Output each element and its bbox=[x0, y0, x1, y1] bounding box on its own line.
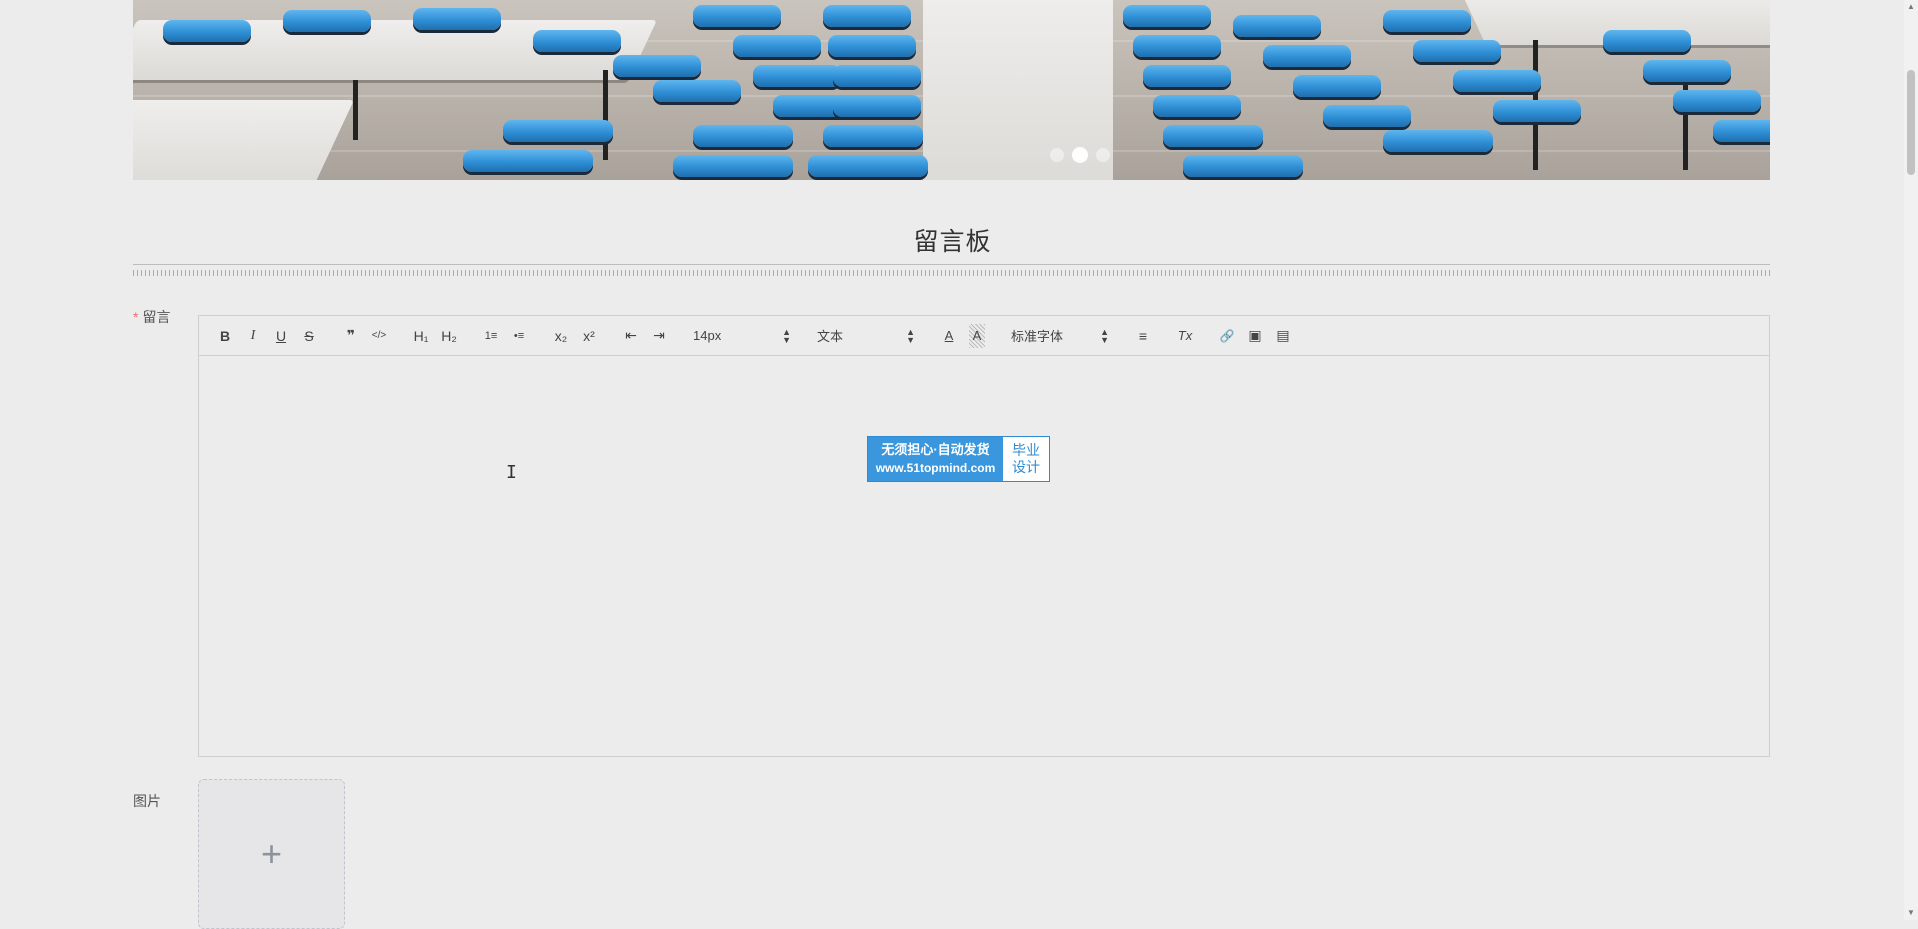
header-2-button[interactable]: H₂ bbox=[435, 324, 463, 348]
scroll-up-icon[interactable]: ▲ bbox=[1904, 0, 1918, 14]
select-arrows-icon: ▲ ▼ bbox=[782, 326, 791, 345]
blockquote-button[interactable]: ❞ bbox=[337, 324, 365, 348]
watermark-line1: 无须担心·自动发货 bbox=[881, 442, 990, 457]
watermark-badge-text: 毕业 设计 bbox=[1003, 437, 1049, 481]
italic-button[interactable]: I bbox=[239, 324, 267, 348]
strike-button[interactable]: S bbox=[295, 324, 323, 348]
underline-button[interactable]: U bbox=[267, 324, 295, 348]
watermark-line2: www.51topmind.com bbox=[875, 461, 996, 475]
font-family-select[interactable]: 标准字体 ▲ ▼ bbox=[1005, 324, 1115, 348]
plus-icon: + bbox=[260, 833, 283, 874]
header-1-button[interactable]: H₁ bbox=[407, 324, 435, 348]
scroll-down-icon[interactable]: ▼ bbox=[1904, 906, 1918, 920]
carousel-dot-3[interactable] bbox=[1096, 148, 1110, 162]
image-label: 图片 bbox=[133, 793, 161, 809]
carousel-dot-1[interactable] bbox=[1050, 148, 1064, 162]
font-color-button[interactable]: A bbox=[935, 324, 963, 348]
code-block-button[interactable]: </> bbox=[365, 324, 393, 348]
page-title: 留言板 bbox=[913, 228, 992, 256]
font-size-select[interactable]: 14px ▲ ▼ bbox=[687, 324, 797, 348]
editor-content-area[interactable] bbox=[199, 357, 1769, 756]
watermark-badge-line1: 毕业 bbox=[1012, 442, 1040, 458]
page-scrollbar[interactable]: ▲ ▼ bbox=[1904, 0, 1918, 920]
clean-format-button[interactable]: Tx bbox=[1171, 324, 1199, 348]
bold-button[interactable]: B bbox=[211, 324, 239, 348]
indent-button[interactable]: ⇥ bbox=[645, 324, 673, 348]
outdent-button[interactable]: ⇤ bbox=[617, 324, 645, 348]
carousel-indicators bbox=[1050, 147, 1110, 163]
image-button[interactable]: ▣ bbox=[1241, 324, 1269, 348]
font-size-value: 14px bbox=[693, 328, 722, 343]
watermark-badge: 无须担心·自动发货 www.51topmind.com 毕业 设计 bbox=[867, 436, 1050, 482]
link-button[interactable]: 🔗 bbox=[1213, 324, 1241, 348]
align-button[interactable]: ≡ bbox=[1129, 324, 1157, 348]
message-label: * 留言 bbox=[133, 307, 170, 327]
carousel-dot-2[interactable] bbox=[1072, 147, 1088, 163]
ordered-list-button[interactable]: 1≡ bbox=[477, 324, 505, 348]
text-cursor-icon: I bbox=[506, 462, 517, 483]
superscript-button[interactable]: x² bbox=[575, 324, 603, 348]
background-color-button[interactable]: A bbox=[969, 323, 985, 348]
subscript-button[interactable]: x₂ bbox=[547, 324, 575, 348]
font-family-value: 标准字体 bbox=[1011, 329, 1064, 344]
select-arrows-icon: ▲ ▼ bbox=[906, 326, 915, 345]
rich-text-editor: B I U S ❞ </> H₁ H₂ 1≡ •≡ x₂ x² ⇤ ⇥ 14px… bbox=[198, 315, 1770, 757]
image-upload[interactable]: + bbox=[198, 779, 345, 929]
heading-select[interactable]: 文本 ▲ ▼ bbox=[811, 324, 921, 348]
heading-value: 文本 bbox=[817, 329, 844, 344]
message-label-text: 留言 bbox=[142, 309, 171, 325]
watermark-text: 无须担心·自动发货 www.51topmind.com bbox=[868, 437, 1003, 481]
title-divider-ticks bbox=[133, 270, 1770, 276]
required-mark: * bbox=[133, 309, 139, 325]
scroll-thumb[interactable] bbox=[1907, 70, 1915, 175]
select-arrows-icon: ▲ ▼ bbox=[1100, 326, 1109, 345]
banner-carousel bbox=[133, 0, 1770, 180]
watermark-badge-line2: 设计 bbox=[1012, 459, 1040, 475]
video-button[interactable]: ▤ bbox=[1269, 324, 1297, 348]
editor-toolbar: B I U S ❞ </> H₁ H₂ 1≡ •≡ x₂ x² ⇤ ⇥ 14px… bbox=[199, 316, 1769, 356]
banner-table-left-lower bbox=[133, 100, 354, 180]
title-divider bbox=[133, 264, 1770, 265]
bullet-list-button[interactable]: •≡ bbox=[505, 324, 533, 348]
